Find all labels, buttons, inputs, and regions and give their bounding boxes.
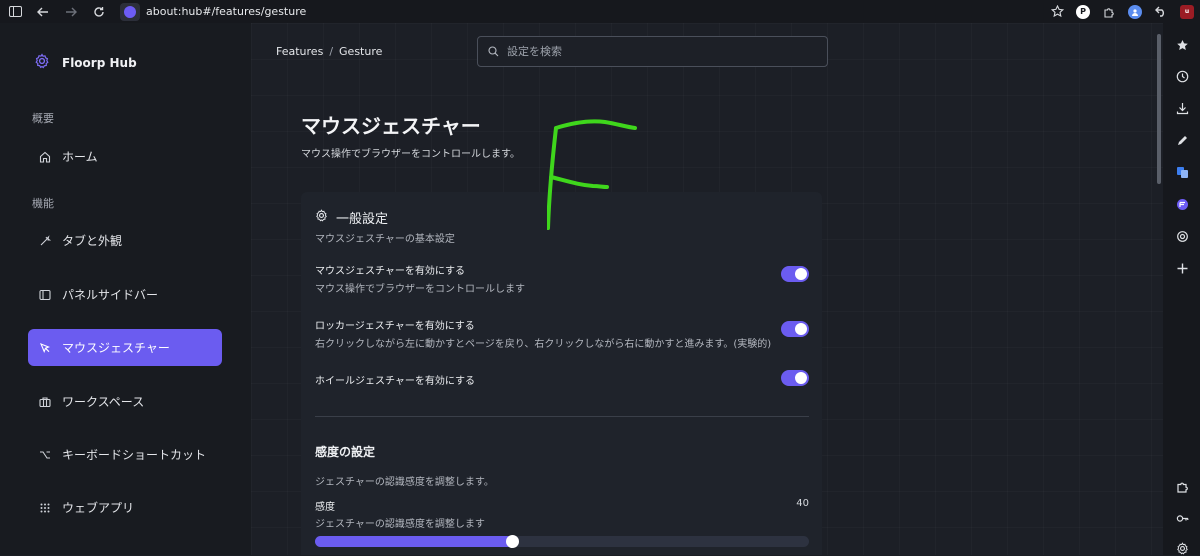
setting-description: 右クリックしながら左に動かすとページを戻り、右クリックしながら右に動かすと進みま… [315, 339, 772, 350]
sidebar-item-label: マウスジェスチャー [62, 341, 170, 355]
browser-sidebar [1163, 23, 1200, 555]
setting-title: マウスジェスチャーを有効にする [315, 266, 465, 277]
bookmarks-star-icon[interactable] [1174, 37, 1190, 53]
sidebar-item-workspaces[interactable]: ワークスペース [28, 383, 222, 420]
general-settings-title: 一般設定 [336, 212, 389, 227]
add-panel-plus-icon[interactable] [1174, 260, 1190, 276]
notes-pencil-icon[interactable] [1174, 132, 1190, 148]
undo-icon[interactable] [1150, 1, 1172, 23]
breadcrumb-gesture: Gesture [339, 45, 383, 58]
reload-icon[interactable] [88, 1, 110, 23]
setting-enable-wheel-gesture: ホイールジェスチャーを有効にする [315, 370, 809, 387]
url-text[interactable]: about:hub#/features/gesture [146, 5, 306, 18]
page-scrollbar[interactable] [1157, 34, 1161, 184]
sensitivity-slider[interactable] [315, 535, 809, 548]
sensitivity-slider-fill [315, 536, 513, 547]
gear-logo-icon [34, 53, 50, 73]
home-icon [38, 150, 52, 164]
star-bookmark-icon[interactable] [1046, 1, 1068, 23]
browser-toolbar: about:hub#/features/gesture P u [0, 0, 1200, 23]
sidebar-item-mouse-gesture[interactable]: マウスジェスチャー [28, 329, 222, 366]
translate-icon[interactable] [1174, 164, 1190, 180]
sidebar-item-keyboard-shortcuts[interactable]: キーボードショートカット [28, 436, 222, 473]
floorp-logo-icon [120, 2, 140, 21]
floorp-hub-icon[interactable] [1174, 196, 1190, 212]
url-bar[interactable]: about:hub#/features/gesture [120, 2, 306, 22]
breadcrumb: Features / Gesture [276, 45, 382, 58]
profile-p-icon[interactable]: P [1076, 4, 1090, 19]
sensitivity-value: 40 [796, 498, 809, 509]
search-icon [488, 42, 499, 61]
downloads-icon[interactable] [1174, 100, 1190, 116]
sidebar-item-label: ワークスペース [62, 395, 145, 409]
gear-icon [315, 209, 328, 226]
search-box[interactable] [477, 36, 828, 67]
sidebar-item-label: パネルサイドバー [62, 288, 159, 302]
general-settings-heading: 一般設定 [315, 208, 388, 227]
wheel-gesture-toggle[interactable] [781, 370, 809, 386]
extensions-puzzle-icon[interactable] [1098, 1, 1120, 23]
sensitivity-title: 感度の設定 [315, 445, 376, 459]
sidebar-item-label: キーボードショートカット [62, 448, 207, 462]
breadcrumb-separator: / [329, 45, 334, 58]
setting-enable-mouse-gesture: マウスジェスチャーを有効にする マウス操作でブラウザーをコントロールします [315, 262, 809, 295]
openai-icon[interactable] [1174, 228, 1190, 244]
sidebar-item-label: ウェブアプリ [62, 501, 135, 515]
hub-sidebar: Floorp Hub 概要 ホーム 機能 タブと外観 パネルサイドバー マウスジ… [0, 23, 251, 555]
grid-icon [38, 501, 52, 515]
cursor-icon [38, 341, 52, 355]
forward-arrow-icon[interactable] [60, 1, 82, 23]
settings-card: 一般設定 マウスジェスチャーの基本設定 マウスジェスチャーを有効にする マウス操… [301, 192, 822, 555]
setting-title: ホイールジェスチャーを有効にする [315, 376, 475, 387]
divider [315, 416, 809, 417]
sidebar-item-tabs-appearance[interactable]: タブと外観 [28, 222, 222, 259]
page-title: マウスジェスチャー [301, 114, 481, 138]
brand-name: Floorp Hub [62, 56, 137, 70]
sidebar-item-panel-sidebar[interactable]: パネルサイドバー [28, 276, 222, 313]
panel-icon [38, 288, 52, 302]
setting-title: ロッカージェスチャーを有効にする [315, 321, 475, 332]
breadcrumb-features[interactable]: Features [276, 45, 323, 58]
wand-icon [38, 234, 52, 248]
back-arrow-icon[interactable] [32, 1, 54, 23]
sensitivity-slider-label: 感度 [315, 502, 335, 513]
main-content: Features / Gesture マウスジェスチャー マウス操作でブラウザー… [251, 23, 1163, 555]
section-label-features: 機能 [32, 197, 54, 210]
sidebar-toggle-icon[interactable] [4, 1, 26, 23]
rocker-gesture-toggle[interactable] [781, 321, 809, 337]
sidebar-item-label: ホーム [62, 150, 98, 164]
mouse-gesture-toggle[interactable] [781, 266, 809, 282]
setting-enable-rocker-gesture: ロッカージェスチャーを有効にする 右クリックしながら左に動かすとページを戻り、右… [315, 317, 809, 350]
general-settings-subtitle: マウスジェスチャーの基本設定 [315, 234, 455, 245]
briefcase-icon [38, 395, 52, 409]
passwords-key-icon[interactable] [1174, 510, 1190, 526]
brand: Floorp Hub [34, 53, 137, 73]
sidebar-item-web-apps[interactable]: ウェブアプリ [28, 489, 222, 526]
account-avatar-icon[interactable] [1128, 4, 1142, 19]
setting-description: マウス操作でブラウザーをコントロールします [315, 284, 525, 295]
sensitivity-description: ジェスチャーの認識感度を調整します。 [315, 477, 494, 488]
sidebar-item-label: タブと外観 [62, 234, 123, 248]
ublock-shield-icon[interactable]: u [1180, 4, 1194, 19]
addons-puzzle-icon[interactable] [1174, 478, 1190, 494]
page-description: マウス操作でブラウザーをコントロールします。 [301, 149, 520, 160]
sidebar-item-home[interactable]: ホーム [28, 138, 222, 175]
floorp-hub-app: Floorp Hub 概要 ホーム 機能 タブと外観 パネルサイドバー マウスジ… [0, 23, 1163, 555]
option-key-icon [38, 448, 52, 462]
search-input[interactable] [507, 45, 807, 58]
sidebar-settings-gear-icon[interactable] [1174, 540, 1190, 556]
sensitivity-slider-description: ジェスチャーの認識感度を調整します [315, 519, 485, 530]
history-clock-icon[interactable] [1174, 68, 1190, 84]
sensitivity-slider-thumb[interactable] [505, 535, 519, 548]
section-label-overview: 概要 [32, 112, 54, 125]
